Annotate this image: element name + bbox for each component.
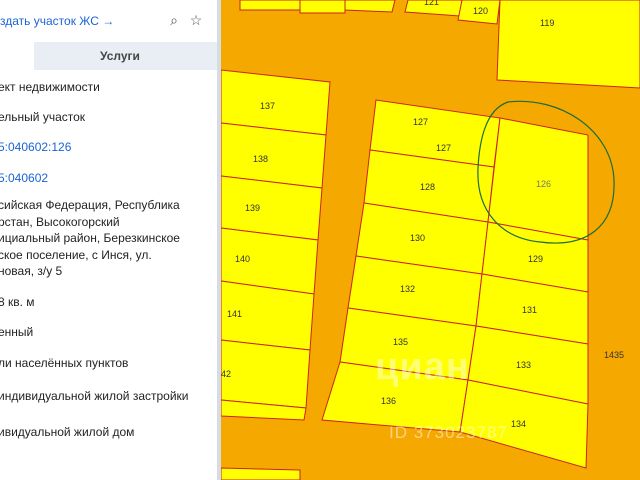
- parcel: [299, 0, 346, 14]
- parcel-label: 134: [511, 419, 526, 429]
- search-location-icon[interactable]: ⌕: [166, 12, 182, 28]
- land-category: ли населённых пунктов: [0, 356, 129, 370]
- details-panel: здать участок ЖС → ⌕ ☆ Услуги ект недвиж…: [0, 0, 217, 480]
- area-value: 8 кв. м: [0, 295, 35, 309]
- address: сийская Федерация, Республика рстан, Выс…: [0, 197, 213, 280]
- object-type: ект недвижимости: [0, 80, 100, 94]
- parcel-label: 121: [424, 0, 439, 7]
- watermark-logo: циан: [375, 346, 470, 388]
- parcel-42: [221, 339, 311, 409]
- parcel-label: 119: [540, 18, 554, 28]
- parcel-label: 136: [381, 396, 396, 406]
- parcel: [239, 0, 301, 11]
- parcel-label: 141: [227, 309, 242, 319]
- star-icon[interactable]: ☆: [188, 12, 204, 28]
- tab-info[interactable]: [0, 42, 34, 70]
- parcel-label: 131: [522, 305, 537, 315]
- cadastral-map[interactable]: 121 120 119 137 127 127 126 138 128 139 …: [221, 0, 640, 480]
- rent-plot-link[interactable]: здать участок ЖС →: [0, 14, 114, 28]
- map-canvas: 121 120 119 137 127 127 126 138 128 139 …: [221, 0, 640, 480]
- parcel-label: 130: [410, 233, 425, 243]
- panel-header: здать участок ЖС → ⌕ ☆: [0, 0, 217, 42]
- parcel-label: 129: [528, 254, 543, 264]
- address-line: сийская Федерация, Республика: [0, 198, 180, 212]
- cadastral-number-link[interactable]: 5:040602:126: [0, 140, 71, 154]
- parcel-119: [496, 0, 640, 89]
- parcel-label: 132: [400, 284, 415, 294]
- address-line: ициальный район, Березкинское: [0, 231, 180, 245]
- parcel-label: 133: [516, 360, 531, 370]
- parcel-label: 139: [245, 203, 260, 213]
- parcel-label: 42: [221, 369, 231, 379]
- object-kind: ельный участок: [0, 110, 86, 124]
- parcel-label: 120: [473, 6, 488, 16]
- parcel-label: 140: [235, 254, 250, 264]
- parcel: [221, 467, 301, 480]
- address-line: рстан, Высокогорский: [0, 214, 120, 229]
- parcel-label: 1435: [604, 350, 624, 360]
- parcel-label: 128: [420, 182, 435, 192]
- tab-services[interactable]: Услуги: [100, 49, 140, 63]
- parcel-label: 126: [536, 179, 551, 189]
- status-value: енный: [0, 325, 34, 339]
- address-line: новая, з/у 5: [0, 264, 63, 278]
- permitted-use: индивидуальной жилой застройки: [0, 389, 189, 403]
- parcel-label: 127: [413, 117, 428, 127]
- parcel-label: 137: [260, 101, 275, 111]
- cadastral-quarter-link[interactable]: 5:040602: [0, 171, 48, 185]
- parcel: [344, 0, 396, 13]
- address-line: ское поселение, с Инся, ул.: [0, 247, 152, 262]
- parcel-label: 127: [436, 143, 451, 153]
- watermark-id: ID 373023787: [389, 423, 508, 442]
- parcel-label: 138: [253, 154, 268, 164]
- permitted-use-detail: ивидуальной жилой дом: [0, 425, 135, 439]
